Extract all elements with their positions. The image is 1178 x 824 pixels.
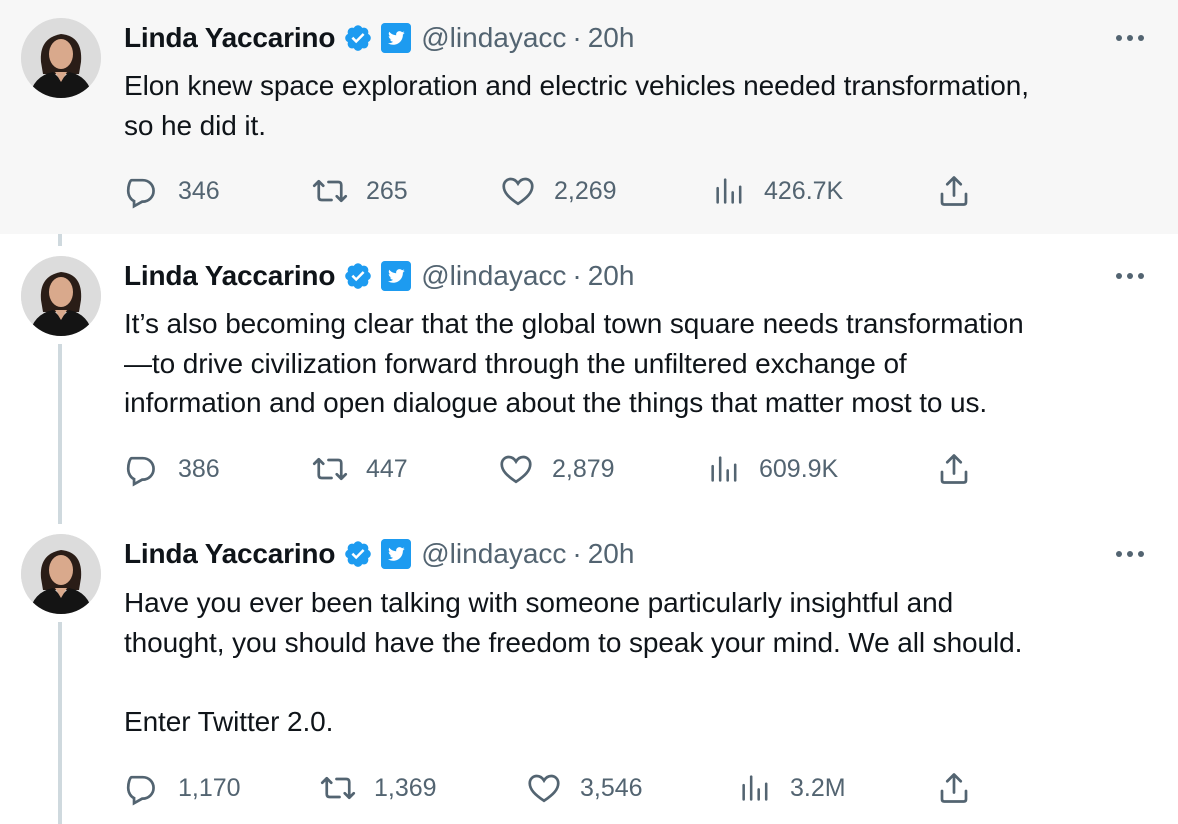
reply-button[interactable]: 386 — [124, 449, 220, 489]
view-count: 426.7K — [764, 176, 844, 205]
retweet-count: 1,369 — [374, 773, 437, 802]
retweet-count: 447 — [366, 454, 408, 483]
retweet-icon — [320, 770, 356, 806]
share-button[interactable] — [936, 449, 972, 489]
views-button[interactable]: 609.9K — [707, 449, 838, 489]
tweet-text: Elon knew space exploration and electric… — [124, 70, 1029, 141]
avatar[interactable] — [21, 256, 101, 336]
author-name[interactable]: Linda Yaccarino — [124, 22, 335, 54]
like-button[interactable]: 2,269 — [500, 171, 617, 211]
action-bar: 386 447 2,879 609.9K — [124, 449, 984, 489]
like-count: 3,546 — [580, 773, 643, 802]
separator-dot: · — [572, 22, 582, 53]
author-name[interactable]: Linda Yaccarino — [124, 538, 335, 570]
retweet-count: 265 — [366, 176, 408, 205]
tweet-header: Linda Yaccarino @lindayacc · 20h — [124, 534, 634, 574]
share-button[interactable] — [936, 171, 972, 211]
analytics-icon — [738, 771, 772, 805]
more-options-icon[interactable] — [1110, 266, 1150, 286]
tweet-text: Have you ever been talking with someone … — [124, 587, 1023, 737]
views-button[interactable]: 426.7K — [712, 171, 843, 211]
timestamp[interactable]: 20h — [588, 538, 635, 570]
author-handle[interactable]: @lindayacc — [421, 260, 566, 292]
profile-photo-icon — [21, 256, 101, 336]
retweet-icon — [312, 451, 348, 487]
tweet-text: It’s also becoming clear that the global… — [124, 308, 1024, 418]
like-count: 2,269 — [554, 176, 617, 205]
reply-count: 386 — [178, 454, 220, 483]
twitter-bird-badge-icon[interactable] — [381, 261, 412, 291]
reply-icon — [124, 451, 160, 487]
more-options-icon[interactable] — [1110, 28, 1150, 48]
author-handle[interactable]: @lindayacc — [421, 22, 566, 54]
reply-icon — [124, 173, 160, 209]
verified-badge-icon[interactable] — [343, 261, 373, 291]
avatar[interactable] — [21, 18, 101, 98]
reply-count: 1,170 — [178, 773, 241, 802]
tweet-header: Linda Yaccarino @lindayacc · 20h — [124, 256, 634, 296]
more-options-icon[interactable] — [1110, 544, 1150, 564]
separator-dot: · — [572, 538, 582, 569]
separator-dot: · — [572, 260, 582, 291]
view-count: 3.2M — [790, 773, 846, 802]
share-button[interactable] — [936, 768, 972, 808]
analytics-icon — [712, 174, 746, 208]
heart-icon — [526, 770, 562, 806]
like-button[interactable]: 3,546 — [526, 768, 643, 808]
share-icon — [936, 451, 972, 487]
author-handle[interactable]: @lindayacc — [421, 538, 566, 570]
tweet[interactable]: Linda Yaccarino @lindayacc · 20h It’s al… — [0, 234, 1178, 524]
twitter-bird-badge-icon[interactable] — [381, 539, 412, 569]
reply-icon — [124, 770, 160, 806]
author-name[interactable]: Linda Yaccarino — [124, 260, 335, 292]
view-count: 609.9K — [759, 454, 839, 483]
retweet-button[interactable]: 1,369 — [320, 768, 437, 808]
like-count: 2,879 — [552, 454, 615, 483]
reply-count: 346 — [178, 176, 220, 205]
timestamp[interactable]: 20h — [588, 260, 635, 292]
retweet-icon — [312, 173, 348, 209]
reply-button[interactable]: 346 — [124, 171, 220, 211]
avatar[interactable] — [21, 534, 101, 614]
heart-icon — [500, 173, 536, 209]
like-button[interactable]: 2,879 — [498, 449, 615, 489]
tweet[interactable]: Linda Yaccarino @lindayacc · 20h Have yo… — [0, 524, 1178, 824]
analytics-icon — [707, 452, 741, 486]
share-icon — [936, 770, 972, 806]
tweet[interactable]: Linda Yaccarino @lindayacc · 20h Elon kn… — [0, 0, 1178, 234]
views-button[interactable]: 3.2M — [738, 768, 846, 808]
reply-button[interactable]: 1,170 — [124, 768, 241, 808]
verified-badge-icon[interactable] — [343, 23, 373, 53]
retweet-button[interactable]: 447 — [312, 449, 408, 489]
heart-icon — [498, 451, 534, 487]
action-bar: 346 265 2,269 426.7K — [124, 171, 984, 211]
action-bar: 1,170 1,369 3,546 3.2M — [124, 768, 984, 808]
timestamp[interactable]: 20h — [588, 22, 635, 54]
profile-photo-icon — [21, 18, 101, 98]
retweet-button[interactable]: 265 — [312, 171, 408, 211]
verified-badge-icon[interactable] — [343, 539, 373, 569]
tweet-header: Linda Yaccarino @lindayacc · 20h — [124, 18, 634, 58]
share-icon — [936, 173, 972, 209]
twitter-bird-badge-icon[interactable] — [381, 23, 412, 53]
profile-photo-icon — [21, 534, 101, 614]
